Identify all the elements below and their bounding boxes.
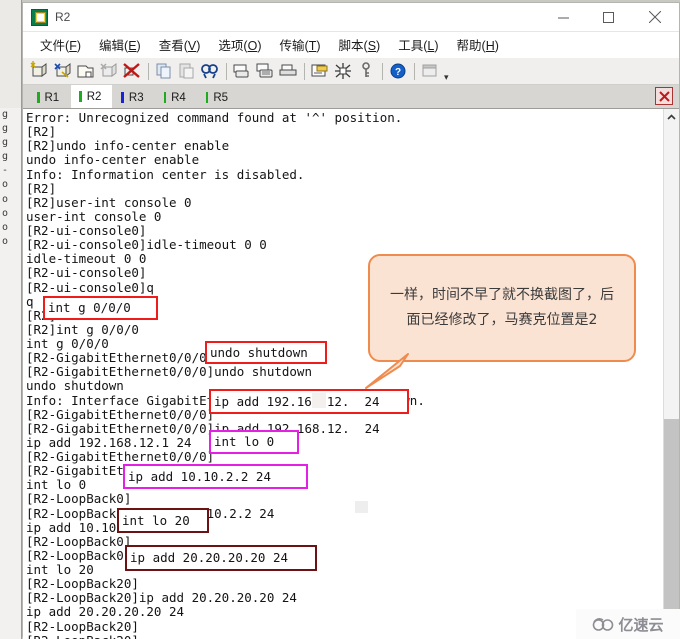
annotation-box-label: ip add 10.10.2.2 24 [128, 468, 271, 484]
annotation-box-label: undo shutdown [210, 344, 308, 360]
watermark: 亿速云 [576, 609, 680, 639]
mosaic-redaction-patch [312, 393, 326, 408]
cloud-logo-icon [593, 617, 614, 631]
annotation-box-label: int lo 20 [122, 512, 190, 528]
callout-bubble: 一样，时间不早了就不换截图了，后面已经修改了，马赛克位置是2 [368, 254, 636, 362]
annotation-box-int-lo-20: int lo 20 [117, 508, 209, 533]
annotation-box-int-g-0-0-0: int g 0/0/0 [43, 296, 158, 320]
annotation-box-int-lo-0: int lo 0 [209, 430, 299, 454]
annotation-box-ip-add-192-168-12: ip add 192.168.12. 24 [209, 389, 409, 414]
annotation-box-label: int g 0/0/0 [48, 300, 131, 315]
annotation-box-label: ip add 192.168.12. 24 [214, 393, 380, 409]
callout-tail-icon [365, 353, 409, 389]
callout-text: 一样，时间不早了就不换截图了，后面已经修改了，马赛克位置是2 [390, 287, 614, 328]
screenshot-root: gg gg -o oo oo R2 文件(F) 编辑(E) 查看(V) 选项(O… [0, 0, 680, 639]
annotation-box-ip-add-10-10-2-2: ip add 10.10.2.2 24 [123, 464, 308, 489]
annotation-box-undo-shutdown: undo shutdown [205, 341, 327, 364]
annotation-box-label: int lo 0 [214, 434, 275, 449]
annotation-box-ip-add-20-20-20-20: ip add 20.20.20.20 24 [125, 545, 317, 571]
annotation-box-label: ip add 20.20.20.20 24 [130, 550, 289, 565]
watermark-text: 亿速云 [618, 616, 664, 634]
